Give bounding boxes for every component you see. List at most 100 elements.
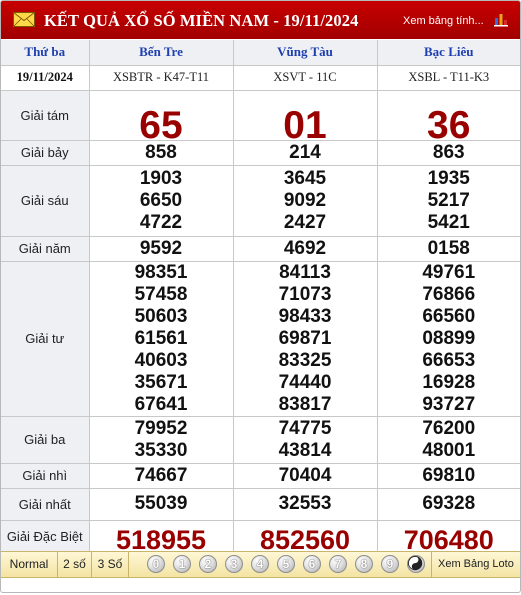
page-title: KẾT QUẢ XỔ SỐ MIỀN NAM - 19/11/2024 [44,11,359,30]
winning-number: 79952 [134,417,188,439]
prize-row: Giải bảy 858 214 863 [1,139,520,166]
result-cell: 0158 [376,235,520,262]
digit-7-button[interactable]: 7 [329,555,347,573]
winning-number: 43814 [278,439,332,461]
winning-number: 9592 [139,237,183,259]
winning-number: 76200 [422,417,476,439]
result-cell: 518955 [88,519,234,555]
winning-number: 9092 [283,189,327,211]
digit-4-button[interactable]: 4 [251,555,269,573]
result-cell: 74667 [88,462,234,489]
prize-row: Giải năm 9592 4692 0158 [1,235,520,262]
prize-label: Giải sáu [1,164,90,237]
draw-code-row: 19/11/2024 XSBTR - K47-T11 XSVT - 11C XSBL … [1,64,520,91]
winning-number: 5421 [427,211,470,233]
winning-number: 214 [289,141,321,163]
winning-number: 852560 [259,525,351,555]
prize-label: Giải bảy [1,139,90,166]
draw-date: 19/11/2024 [1,64,90,91]
winning-number: 70404 [278,464,332,486]
result-cell: 858 [88,139,234,166]
result-cell: 4692 [232,235,378,262]
winning-number: 57458 [134,283,188,305]
winning-number: 76866 [422,283,476,305]
digit-6-button[interactable]: 6 [303,555,321,573]
winning-number: 98433 [278,305,332,327]
winning-number: 1903 [139,167,183,189]
prize-label: Giải nhì [1,462,90,489]
loto-table-link[interactable]: Xem Bảng Loto [438,552,514,577]
result-cell: 9592 [88,235,234,262]
winning-number: 706480 [403,525,494,555]
winning-number: 83325 [278,349,332,371]
mode-normal-button[interactable]: Normal [1,552,58,577]
winning-number: 69328 [422,493,476,514]
prize-row: Giải nhất 55039 32553 69328 [1,487,520,521]
winning-number: 74775 [278,417,332,439]
winning-number: 35671 [134,371,188,393]
winning-number: 4722 [139,211,183,233]
prize-row: Giải nhì 74667 70404 69810 [1,462,520,489]
digit-8-button[interactable]: 8 [355,555,373,573]
result-cell: 65 [88,89,234,147]
prize-row: Giải ba 79952 35330 74775 43814 76200 48001 [1,415,520,464]
winning-number: 0158 [427,237,470,259]
digit-0-button[interactable]: 0 [147,555,165,573]
bar-chart-icon[interactable] [493,11,509,27]
result-cell: 98351 57458 50603 61561 40603 35671 67641 [88,260,234,417]
winning-number: 16928 [422,371,476,393]
winning-number: 01 [283,104,327,147]
mode-3-digit-button[interactable]: 3 Số [92,552,129,577]
digit-1-button[interactable]: 1 [173,555,191,573]
result-cell: 01 [232,89,378,147]
yin-yang-icon[interactable] [407,555,425,573]
winning-number: 69810 [422,464,476,486]
province-name[interactable]: Bến Tre [88,40,234,66]
result-cell: 1903 6650 4722 [88,164,234,237]
winning-number: 50603 [134,305,188,327]
header-bar: KẾT QUẢ XỔ SỐ MIỀN NAM - 19/11/2024 Xem … [1,1,520,39]
day-of-week: Thứ ba [1,40,90,66]
winning-number: 32553 [278,493,332,514]
result-cell: 49761 76866 66560 08899 66653 16928 93727 [376,260,520,417]
spreadsheet-link[interactable]: Xem bảng tính... [403,15,484,27]
result-cell: 36 [376,89,520,147]
winning-number: 5217 [427,189,470,211]
winning-number: 40603 [134,349,188,371]
province-name[interactable]: Vũng Tàu [232,40,378,66]
prize-label: Giải năm [1,235,90,262]
envelope-icon [13,12,35,27]
digit-2-button[interactable]: 2 [199,555,217,573]
digit-3-button[interactable]: 3 [225,555,243,573]
winning-number: 35330 [134,439,188,461]
winning-number: 74440 [278,371,332,393]
result-cell: 76200 48001 [376,415,520,464]
province-name[interactable]: Bạc Liêu [376,40,520,66]
digit-9-button[interactable]: 9 [381,555,399,573]
draw-code: XSBTR - K47-T11 [88,64,234,91]
prize-row: Giải tám 65 01 36 [1,89,520,147]
prize-label: Giải Đặc Biệt [1,519,90,553]
prize-row: Giải Đặc Biệt 518955 852560 706480 [1,519,520,555]
winning-number: 66560 [422,305,476,327]
winning-number: 2427 [283,211,327,233]
winning-number: 65 [139,104,183,147]
result-cell: 69328 [376,487,520,521]
prize-label: Giải ba [1,415,90,464]
mode-2-digit-button[interactable]: 2 số [58,552,92,577]
winning-number: 69871 [278,327,332,349]
digit-5-button[interactable]: 5 [277,555,295,573]
winning-number: 83817 [278,393,332,415]
result-cell: 706480 [376,519,520,555]
winning-number: 36 [427,104,471,147]
result-cell: 84113 71073 98433 69871 83325 74440 83817 [232,260,378,417]
result-cell: 1935 5217 5421 [376,164,520,237]
result-cell: 32553 [232,487,378,521]
result-cell: 55039 [88,487,234,521]
prize-row: Giải sáu 1903 6650 4722 3645 9092 2427 1935 5217… [1,164,520,237]
prize-label: Giải tám [1,89,90,141]
toolbar-divider [431,552,432,577]
winning-number: 71073 [278,283,332,305]
result-cell: 3645 9092 2427 [232,164,378,237]
province-header-row: Thứ ba Bến Tre Vũng Tàu Bạc Liêu [1,40,520,66]
